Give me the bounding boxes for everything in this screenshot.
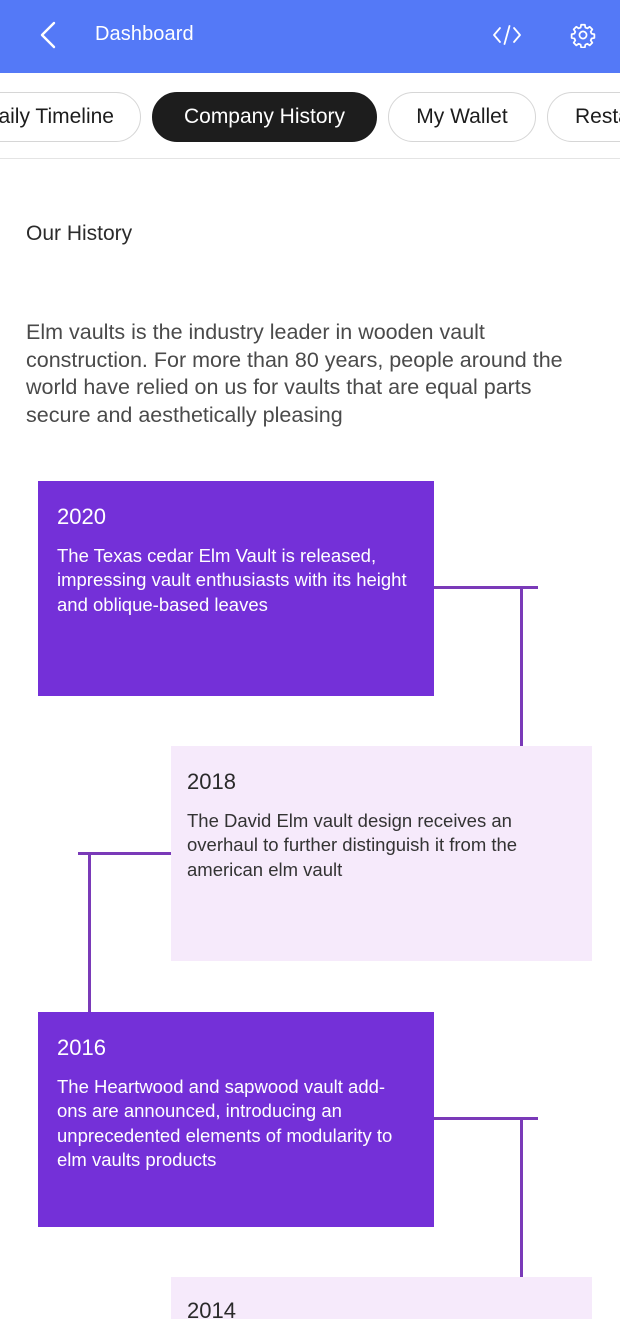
timeline-year: 2020 (57, 504, 106, 529)
page-title: Dashboard (95, 23, 194, 45)
timeline-card-2018: 2018 The David Elm vault design receives… (171, 746, 592, 961)
intro-text: Elm vaults is the industry leader in woo… (26, 320, 563, 427)
timeline-card-2020: 2020 The Texas cedar Elm Vault is releas… (38, 481, 434, 696)
gear-icon (570, 23, 596, 48)
app-bar: Dashboard (0, 0, 620, 73)
section-heading: Our History (26, 222, 133, 245)
timeline-card-2016: 2016 The Heartwood and sapwood vault add… (38, 1012, 434, 1227)
tab-divider (0, 158, 620, 159)
timeline-connector (520, 586, 523, 746)
timeline-connector (88, 852, 91, 1012)
tab-restaurant[interactable]: Restaurant (547, 92, 620, 142)
timeline-year: 2014 (187, 1298, 236, 1319)
timeline-description: The David Elm vault design receives an o… (187, 810, 518, 880)
tab-bar: Daily Timeline Company History My Wallet… (0, 73, 620, 159)
timeline-description: The Heartwood and sapwood vault add-ons … (57, 1076, 393, 1170)
timeline-description: The Texas cedar Elm Vault is released, i… (57, 545, 407, 615)
back-button[interactable] (32, 17, 64, 53)
chevron-left-icon (40, 21, 56, 49)
tab-company-history[interactable]: Company History (152, 92, 377, 142)
timeline-card-2014: 2014 (171, 1277, 592, 1319)
settings-button[interactable] (566, 18, 600, 52)
timeline-year: 2016 (57, 1035, 106, 1060)
tab-my-wallet[interactable]: My Wallet (388, 92, 536, 142)
timeline-connector (520, 1117, 523, 1277)
tab-daily-timeline[interactable]: Daily Timeline (0, 92, 141, 142)
code-button[interactable] (488, 18, 526, 52)
timeline-year: 2018 (187, 769, 236, 794)
code-icon (493, 25, 521, 45)
timeline-connector (78, 852, 171, 855)
